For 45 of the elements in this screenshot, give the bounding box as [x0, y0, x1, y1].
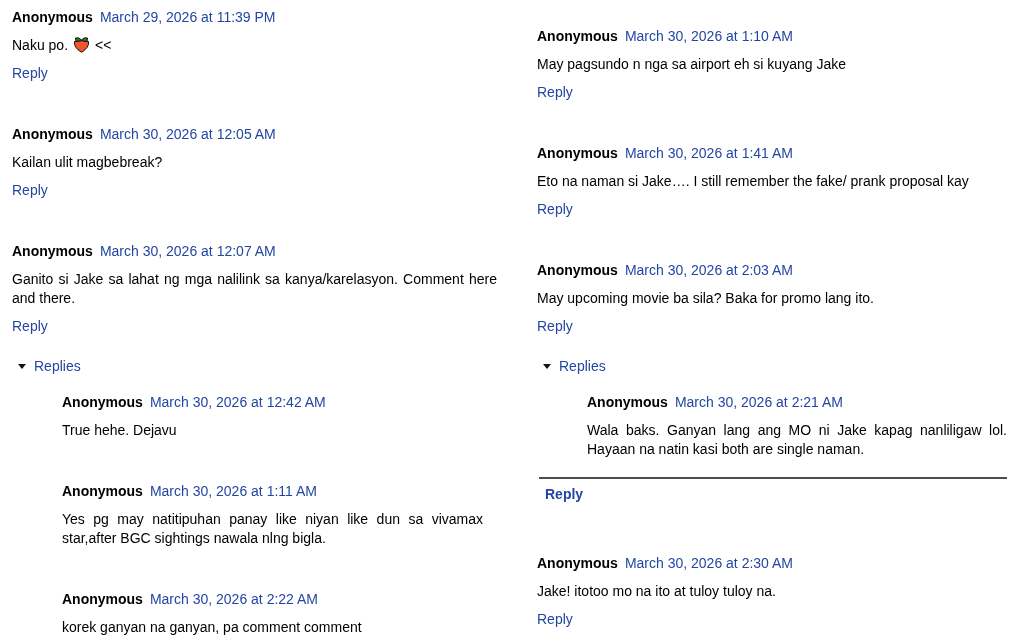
author-name: Anonymous: [537, 554, 618, 573]
timestamp-link[interactable]: March 30, 2026 at 1:41 AM: [624, 144, 793, 163]
comment-text: Wala baks. Ganyan lang ang MO ni Jake kapag nanliligaw lol. Hayaan na natin kasi both are single naman.: [587, 421, 1007, 459]
comment-text: Kailan ulit magbebreak?: [12, 153, 164, 172]
timestamp-link[interactable]: March 30, 2026 at 2:22 AM: [149, 590, 318, 609]
timestamp-link[interactable]: March 30, 2026 at 12:05 AM: [99, 125, 276, 144]
timestamp-link[interactable]: March 30, 2026 at 1:11 AM: [149, 482, 317, 501]
timestamp-link[interactable]: March 30, 2026 at 2:03 AM: [624, 261, 793, 280]
reply-link[interactable]: Reply: [537, 317, 573, 336]
timestamp-link[interactable]: March 30, 2026 at 1:10 AM: [624, 27, 793, 46]
author-name: Anonymous: [62, 590, 143, 609]
reply-link[interactable]: Reply: [537, 83, 573, 102]
replies-toggle[interactable]: Replies: [543, 357, 606, 376]
timestamp-link[interactable]: March 29, 2026 at 11:39 PM: [99, 8, 276, 27]
timestamp-link[interactable]: March 30, 2026 at 12:42 AM: [149, 393, 326, 412]
author-name: Anonymous: [12, 125, 93, 144]
reply-link[interactable]: Reply: [545, 485, 584, 504]
reply-link[interactable]: Reply: [12, 181, 48, 200]
timestamp-link[interactable]: March 30, 2026 at 12:07 AM: [99, 242, 276, 261]
timestamp-link[interactable]: March 30, 2026 at 2:21 AM: [674, 393, 843, 412]
comment-text: korek ganyan na ganyan, pa comment comment: [62, 618, 363, 637]
author-name: Anonymous: [12, 242, 93, 261]
peach-icon: [73, 36, 91, 53]
comment-text: <<: [95, 37, 112, 53]
comment-text: Ganito si Jake sa lahat ng mga nalilink sa kanya/karelasyon. Comment here and there.: [12, 270, 497, 308]
comment-text: Jake! itotoo mo na ito at tuloy tuloy na.: [537, 582, 777, 601]
comment-text: Naku po.: [12, 37, 69, 53]
comment-text: May pagsundo n nga sa airport eh si kuyang Jake: [537, 55, 847, 74]
author-name: Anonymous: [537, 261, 618, 280]
comment-text: Yes pg may natitipuhan panay like niyan like dun sa vivamax star,after BGC sightings nawala nlng bigla.: [62, 510, 483, 548]
author-name: Anonymous: [62, 393, 143, 412]
reply-link[interactable]: Reply: [537, 200, 573, 219]
author-name: Anonymous: [537, 27, 618, 46]
author-name: Anonymous: [587, 393, 668, 412]
reply-link[interactable]: Reply: [537, 610, 573, 629]
timestamp-link[interactable]: March 30, 2026 at 2:30 AM: [624, 554, 793, 573]
author-name: Anonymous: [12, 8, 93, 27]
comment-text: May upcoming movie ba sila? Baka for promo lang ito.: [537, 289, 875, 308]
reply-link[interactable]: Reply: [12, 317, 48, 336]
reply-link[interactable]: Reply: [12, 64, 48, 83]
comment-text: True hehe. Dejavu: [62, 421, 178, 440]
replies-toggle[interactable]: Replies: [18, 357, 81, 376]
author-name: Anonymous: [537, 144, 618, 163]
author-name: Anonymous: [62, 482, 143, 501]
comment-text: Eto na naman si Jake…. I still remember the fake/ prank proposal kay: [537, 172, 970, 191]
